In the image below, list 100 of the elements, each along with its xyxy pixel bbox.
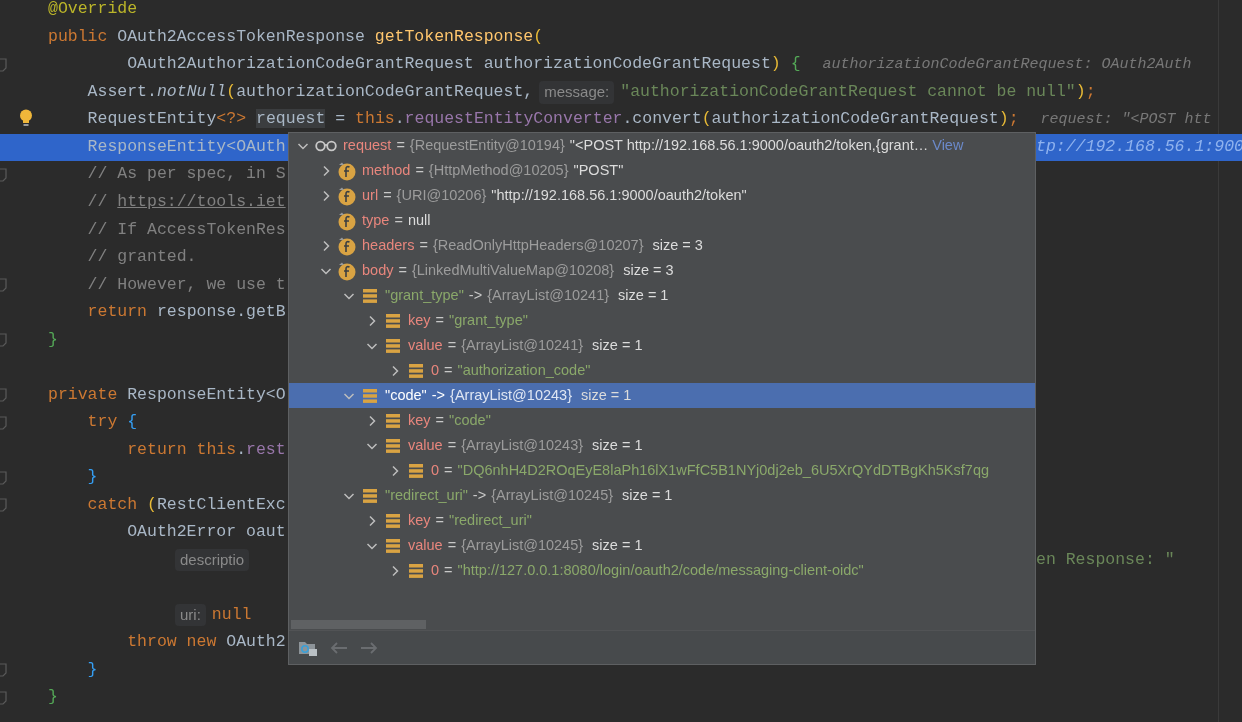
lightbulb-icon[interactable] xyxy=(19,109,33,128)
code-text: } xyxy=(86,658,98,681)
code-text: Assert.notNull(authorizationCodeGrantRequest, xyxy=(86,80,534,103)
variable-name: 0 xyxy=(431,560,440,580)
tree-row[interactable]: value = {ArrayList@10243} size = 1 xyxy=(289,433,1035,458)
field-icon xyxy=(337,185,357,206)
parameter-hint: message: xyxy=(539,81,615,104)
operator: = xyxy=(398,260,407,280)
code-text: return response.getB xyxy=(86,301,286,324)
tree-row[interactable]: request = {RequestEntity@10194} "<POST http://192.168.56.1:9000/oauth2/token,{grant… View xyxy=(289,133,1035,158)
object-type: {ArrayList@10243} xyxy=(450,385,572,405)
code-text: en Response: " xyxy=(1036,548,1175,571)
code-text: "authorizationCodeGrantRequest cannot be null"); xyxy=(620,80,1096,103)
fold-marker-icon[interactable] xyxy=(0,58,8,73)
variable-name: headers xyxy=(362,235,415,255)
variable-name: value xyxy=(408,435,443,455)
tree-row[interactable]: 0 = "DQ6nhH4D2ROqEyE8laPh16lX1wFfC5B1NYj0dj2eb_6U5XrQYdDTBgKh5Ksf7qg xyxy=(289,458,1035,483)
entry-icon xyxy=(362,287,378,304)
parameter-hint: uri: xyxy=(175,603,206,627)
tree-row[interactable]: "redirect_uri" -> {ArrayList@10245} size = 1 xyxy=(289,483,1035,508)
variable-name: value xyxy=(408,335,443,355)
code-text: } xyxy=(48,328,58,351)
object-type: {ArrayList@10243} xyxy=(461,435,584,455)
operator: = xyxy=(394,210,403,230)
tree-row[interactable]: headers = {ReadOnlyHttpHeaders@10207} size = 3 xyxy=(289,233,1035,258)
code-text: null xyxy=(211,603,252,626)
variable-name: "code" xyxy=(385,385,427,405)
fold-marker-icon[interactable] xyxy=(0,470,8,485)
variable-value: "grant_type" xyxy=(449,310,528,330)
variable-name: "grant_type" xyxy=(385,285,464,305)
object-type: {ArrayList@10241} xyxy=(487,285,610,305)
size-text: size = 3 xyxy=(623,260,674,280)
fold-marker-icon[interactable] xyxy=(0,333,8,348)
field-icon xyxy=(337,235,357,256)
fold-marker-icon[interactable] xyxy=(0,388,8,403)
tree-row[interactable]: "code" -> {ArrayList@10243} size = 1 xyxy=(289,383,1035,408)
variable-name: key xyxy=(408,510,431,530)
object-type: {RequestEntity@10194} xyxy=(409,135,565,155)
operator: = xyxy=(383,185,392,205)
fold-marker-icon[interactable] xyxy=(0,168,8,183)
entry-icon xyxy=(408,562,424,579)
variable-value: "DQ6nhH4D2ROqEyE8laPh16lX1wFfC5B1NYj0dj2eb_6U5XrQYdDTBgKh5Ksf7qg xyxy=(457,460,989,480)
tree-row[interactable]: "grant_type" -> {ArrayList@10241} size = 1 xyxy=(289,283,1035,308)
operator: = xyxy=(419,235,428,255)
entry-icon xyxy=(385,312,401,329)
fold-marker-icon[interactable] xyxy=(0,415,8,430)
tree-row[interactable]: 0 = "authorization_code" xyxy=(289,358,1035,383)
tree-row[interactable]: 0 = "http://127.0.0.1:8080/login/oauth2/code/messaging-client-oidc" xyxy=(289,558,1035,583)
variable-name: key xyxy=(408,310,431,330)
code-text: // If AccessTokenRes xyxy=(86,218,286,241)
object-type: {ArrayList@10245} xyxy=(491,485,614,505)
tree-row[interactable]: key = "code" xyxy=(289,408,1035,433)
size-text: size = 1 xyxy=(592,435,643,455)
operator: = xyxy=(447,435,457,455)
size-text: size = 1 xyxy=(618,285,669,305)
variable-value: "authorization_code" xyxy=(457,360,591,380)
tree-row[interactable]: body = {LinkedMultiValueMap@10208} size = 3 xyxy=(289,258,1035,283)
code-text: // As per spec, in S xyxy=(86,163,286,186)
variable-name: type xyxy=(362,210,390,230)
variable-value: "http://127.0.0.1:8080/login/oauth2/code/messaging-client-oidc" xyxy=(457,560,864,580)
tree-row[interactable]: key = "grant_type" xyxy=(289,308,1035,333)
tree-row[interactable]: value = {ArrayList@10245} size = 1 xyxy=(289,533,1035,558)
field-icon xyxy=(337,260,357,281)
tree-row[interactable]: value = {ArrayList@10241} size = 1 xyxy=(289,333,1035,358)
fold-marker-icon[interactable] xyxy=(0,690,8,705)
variable-name: 0 xyxy=(431,460,440,480)
fold-marker-icon[interactable] xyxy=(0,498,8,513)
code-text: OAuth2Error oaut xyxy=(126,521,286,544)
entry-icon xyxy=(362,487,378,504)
variable-value: "<POST http://192.168.56.1:9000/oauth2/token,{grant… xyxy=(569,135,929,155)
operator: = xyxy=(447,535,457,555)
operator: = xyxy=(396,135,405,155)
code-text: return this.rest xyxy=(126,438,286,461)
entry-icon xyxy=(385,412,401,429)
code-text: try { xyxy=(86,411,138,434)
size-text: size = 1 xyxy=(592,535,643,555)
object-type: {LinkedMultiValueMap@10208} xyxy=(411,260,615,280)
inlay-hint: authorizationCodeGrantRequest: OAuth2Auth xyxy=(822,54,1192,75)
tree-row[interactable]: url = {URI@10206} "http://192.168.56.1:9000/oauth2/token" xyxy=(289,183,1035,208)
variable-value: "POST" xyxy=(573,160,624,180)
fold-marker-icon[interactable] xyxy=(0,663,8,678)
code-text: } xyxy=(48,686,58,709)
variable-name: value xyxy=(408,535,443,555)
tree-row[interactable]: type = null xyxy=(289,208,1035,233)
code-text: // granted. xyxy=(86,246,197,268)
variable-value: null xyxy=(407,210,431,230)
object-type: {ArrayList@10245} xyxy=(461,535,584,555)
code-text: public OAuth2AccessTokenResponse getTokenResponse( xyxy=(48,25,544,48)
code-text: // https://tools.iet xyxy=(86,191,286,213)
code-text: // However, we use t xyxy=(86,273,286,296)
fold-marker-icon[interactable] xyxy=(0,278,8,293)
tree-row[interactable]: method = {HttpMethod@10205} "POST" xyxy=(289,158,1035,183)
variable-name: "redirect_uri" xyxy=(385,485,468,505)
entry-icon xyxy=(408,462,424,479)
size-text: size = 1 xyxy=(581,385,632,405)
operator: = xyxy=(415,160,424,180)
variable-name: 0 xyxy=(431,360,440,380)
field-icon xyxy=(337,160,357,181)
tree-row[interactable]: key = "redirect_uri" xyxy=(289,508,1035,533)
code-text: @Override xyxy=(48,0,138,21)
